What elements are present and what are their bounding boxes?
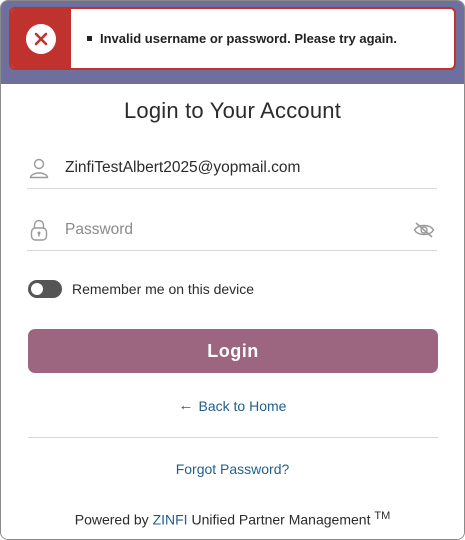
forgot-password-link[interactable]: Forgot Password? — [1, 461, 464, 477]
error-toast: Invalid username or password. Please try… — [9, 7, 456, 70]
back-to-home-label: Back to Home — [198, 397, 287, 414]
back-to-home-link[interactable]: ← Back to Home — [1, 397, 464, 414]
password-field[interactable]: Password — [27, 210, 437, 251]
username-value: ZinfiTestAlbert2025@yopmail.com — [65, 159, 301, 176]
error-message: Invalid username or password. Please try… — [87, 31, 397, 46]
brand-link[interactable]: ZINFI — [153, 512, 188, 528]
divider — [28, 437, 438, 438]
error-message-text: Invalid username or password. Please try… — [100, 31, 397, 46]
bullet-icon — [87, 36, 92, 41]
user-icon — [27, 156, 51, 180]
login-window: Invalid username or password. Please try… — [0, 0, 465, 540]
arrow-left-icon: ← — [178, 397, 194, 414]
powered-prefix: Powered by — [74, 511, 153, 528]
password-placeholder: Password — [65, 221, 134, 238]
login-button[interactable]: Login — [28, 329, 438, 373]
lock-icon — [27, 218, 51, 242]
remember-toggle[interactable] — [28, 280, 62, 298]
powered-suffix: Unified Partner Management — [187, 511, 375, 528]
username-field[interactable]: ZinfiTestAlbert2025@yopmail.com — [27, 148, 437, 189]
eye-off-icon[interactable] — [413, 218, 437, 242]
error-icon-box — [11, 9, 71, 68]
remember-me: Remember me on this device — [28, 280, 254, 298]
close-icon[interactable] — [26, 23, 56, 54]
trademark: TM — [374, 510, 391, 522]
page-title: Login to Your Account — [123, 98, 342, 123]
toggle-knob — [31, 283, 43, 295]
login-card: Login to Your Account ZinfiTestAlbert202… — [1, 84, 464, 539]
powered-by: Powered by ZINFI Unified Partner Managem… — [1, 510, 464, 528]
remember-label: Remember me on this device — [72, 281, 255, 297]
